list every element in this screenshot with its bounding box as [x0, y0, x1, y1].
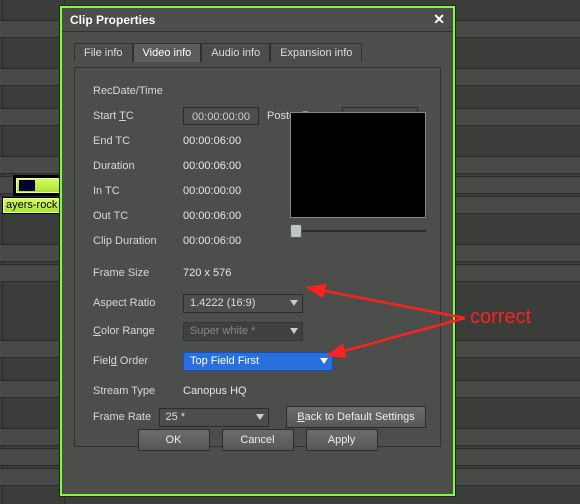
chevron-down-icon [290, 328, 298, 334]
tab-row: File info Video info Audio info Expansio… [74, 42, 441, 61]
chevron-down-icon [320, 358, 328, 364]
tab-audio-info[interactable]: Audio info [201, 43, 270, 62]
color-range-label: Color Range [93, 325, 183, 337]
aspect-ratio-label: Aspect Ratio [93, 297, 183, 309]
tab-expansion-info[interactable]: Expansion info [270, 43, 362, 62]
ok-button[interactable]: OK [138, 429, 210, 451]
dialog-title: Clip Properties [70, 13, 155, 27]
end-tc-label: End TC [93, 135, 183, 147]
timeline-clip[interactable]: ayers- [15, 177, 63, 194]
clip-label: ayers- [19, 191, 50, 194]
frame-size-label: Frame Size [93, 267, 183, 279]
stream-type-value: Canopus HQ [183, 385, 247, 397]
tab-file-info[interactable]: File info [74, 43, 133, 62]
start-tc-label: Start TC [93, 110, 183, 122]
chevron-down-icon [256, 414, 264, 420]
aspect-ratio-dropdown[interactable]: 1.4222 (16:9) [183, 294, 303, 313]
frame-rate-dropdown[interactable]: 25 * [159, 408, 269, 427]
in-tc-value: 00:00:00:00 [183, 185, 241, 197]
start-tc-field[interactable]: 00:00:00:00 [183, 107, 259, 125]
tab-panel-video-info: RecDate/Time Start TC 00:00:00:00 Poster… [74, 67, 441, 447]
preview-thumbnail [290, 112, 426, 218]
tab-video-info[interactable]: Video info [133, 43, 202, 62]
clip-label: ayers-rock [6, 199, 57, 211]
stream-type-label: Stream Type [93, 385, 183, 397]
duration-value: 00:00:06:00 [183, 160, 241, 172]
field-order-dropdown[interactable]: Top Field First [183, 352, 333, 371]
end-tc-value: 00:00:06:00 [183, 135, 241, 147]
clip-thumb-icon [19, 180, 35, 191]
back-to-defaults-button[interactable]: Back to Default Settings [286, 406, 426, 428]
clip-duration-value: 00:00:06:00 [183, 235, 241, 247]
clip-properties-dialog: Clip Properties ✕ File info Video info A… [60, 6, 455, 496]
out-tc-value: 00:00:06:00 [183, 210, 241, 222]
titlebar[interactable]: Clip Properties ✕ [62, 8, 453, 32]
preview-slider[interactable] [290, 224, 426, 238]
field-order-label: Field Order [93, 355, 183, 367]
dialog-button-row: OK Cancel Apply [62, 429, 453, 451]
frame-rate-label: Frame Rate [93, 411, 159, 423]
duration-label: Duration [93, 160, 183, 172]
out-tc-label: Out TC [93, 210, 183, 222]
apply-button[interactable]: Apply [306, 429, 378, 451]
frame-size-value: 720 x 576 [183, 267, 231, 279]
chevron-down-icon [290, 300, 298, 306]
timeline-clip[interactable]: ayers-rock [2, 197, 67, 214]
clip-duration-label: Clip Duration [93, 235, 183, 247]
color-range-dropdown: Super white * [183, 322, 303, 341]
recdate-label: RecDate/Time [93, 85, 183, 97]
cancel-button[interactable]: Cancel [222, 429, 294, 451]
close-icon[interactable]: ✕ [433, 11, 445, 28]
in-tc-label: In TC [93, 185, 183, 197]
slider-thumb-icon[interactable] [290, 224, 302, 238]
